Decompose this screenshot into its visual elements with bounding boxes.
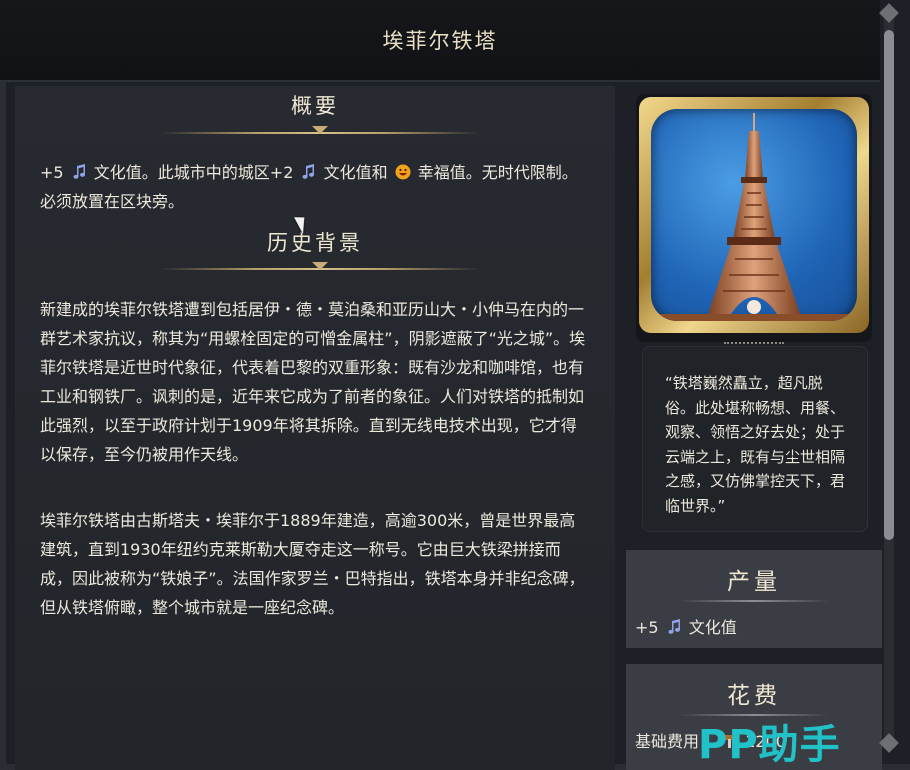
overview-text-a: +5 (40, 163, 64, 182)
music-note-icon (73, 164, 85, 179)
window-title: 埃菲尔铁塔 (382, 29, 498, 53)
description-panel: 概要 +5 文化值。此城市中的城区+2 文化值和 幸福值。无时代限制。必须放置在… (15, 86, 615, 770)
scrollbar-thumb[interactable] (884, 30, 894, 540)
cost-heading: 花费 (727, 683, 781, 709)
quote-box: “铁塔巍然矗立，超凡脱俗。此处堪称畅想、用餐、观察、领悟之好去处；处于云端之上，… (642, 346, 868, 532)
overview-heading: 概要 (291, 94, 339, 118)
overview-text-b: 文化值。此城市中的城区+2 (93, 163, 294, 182)
wonder-portrait (636, 94, 872, 342)
heading-ornament (160, 262, 480, 276)
eiffel-tower-icon (651, 113, 857, 321)
music-note-icon (668, 619, 680, 634)
watermark-logo: PP助手 (698, 722, 841, 768)
yield-row: +5 文化值 (626, 602, 882, 638)
yield-panel: 产量 +5 文化值 (626, 550, 882, 648)
info-sidebar: “铁塔巍然矗立，超凡脱俗。此处堪称畅想、用餐、观察、领悟之好去处；处于云端之上，… (626, 86, 882, 770)
heading-ornament (160, 126, 480, 140)
music-note-icon (302, 164, 315, 179)
yield-value: +5 (635, 618, 659, 637)
overview-text: +5 文化值。此城市中的城区+2 文化值和 幸福值。无时代限制。必须放置在区块旁… (40, 158, 588, 216)
history-paragraph-2: 埃菲尔铁塔由古斯塔夫・埃菲尔于1889年建造，高逾300米，曾是世界最高建筑，直… (40, 511, 585, 617)
yield-label: 文化值 (688, 618, 737, 637)
history-paragraph-1: 新建成的埃菲尔铁塔遭到包括居伊・德・莫泊桑和亚历山大・小仲马在内的一群艺术家抗议… (40, 300, 586, 464)
wonder-quote: “铁塔巍然矗立，超凡脱俗。此处堪称畅想、用餐、观察、领悟之好去处；处于云端之上，… (665, 374, 846, 515)
smiley-icon (395, 164, 411, 180)
history-heading: 历史背景 (267, 231, 363, 255)
title-bar: 埃菲尔铁塔 (0, 0, 880, 82)
yield-heading: 产量 (727, 569, 781, 595)
overview-text-c: 文化值和 (323, 163, 388, 182)
